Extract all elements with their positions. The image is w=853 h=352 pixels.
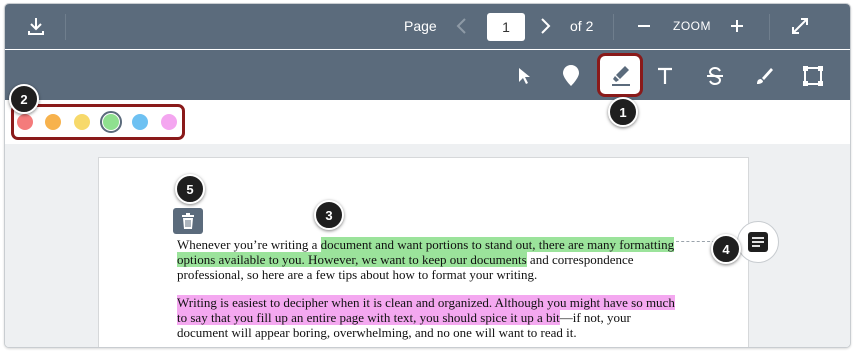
zoom-label: ZOOM [673,19,711,33]
annotation-viewer: Page of 2 ZOOM [4,3,851,348]
callout-badge-2: 2 [9,84,39,114]
paragraph-1-line-1: Whenever you’re writing a document and w… [177,237,675,252]
minus-icon[interactable] [634,16,654,36]
text-run: and correspondence [526,252,634,267]
color-swatch-blue[interactable] [132,114,148,130]
delete-annotation-button[interactable] [173,208,203,234]
color-palette [5,100,850,144]
callout-badge-3: 3 [314,200,344,230]
chevron-left-icon[interactable] [452,15,470,37]
text-tool-icon[interactable] [654,64,676,88]
color-swatch-green[interactable] [103,114,119,130]
expand-icon[interactable] [789,15,811,37]
paragraph-1-line-3: professional, so here are a few tips abo… [177,267,538,282]
brush-icon[interactable] [753,64,775,88]
color-swatch-yellow[interactable] [74,114,90,130]
callout-badge-5: 5 [175,174,205,204]
annotation-toolbar [5,50,850,100]
paragraph-2-line-3: document will appear boring, overwhelmin… [177,325,577,340]
page-total: of 2 [570,18,594,34]
paragraph-2-line-1: Writing is easiest to decipher when it i… [177,295,675,310]
page-number-input[interactable] [487,13,525,41]
comment-icon [748,232,768,252]
paragraph-2-line-2: to say that you fill up an entire page w… [177,310,631,325]
callout-badge-4: 4 [711,234,741,264]
highlighter-icon [612,66,630,86]
top-bar: Page of 2 ZOOM [5,4,850,49]
color-swatch-orange[interactable] [45,114,61,130]
color-swatch-red[interactable] [17,114,33,130]
highlight-green[interactable]: document and want portions to stand out,… [320,237,675,252]
area-select-icon[interactable] [801,64,825,88]
cursor-icon[interactable] [513,64,535,88]
paragraph-1-line-2: options available to you. However, we wa… [177,252,634,267]
highlight-tool-button[interactable] [597,53,643,97]
highlight-pink[interactable]: Writing is easiest to decipher when it i… [177,295,675,310]
chevron-right-icon[interactable] [537,15,555,37]
comment-marker-button[interactable] [737,221,779,263]
text-run: —if not, your [559,310,631,325]
trash-icon [182,213,194,229]
highlight-green[interactable]: options available to you. However, we wa… [177,252,527,267]
color-swatch-pink[interactable] [161,114,177,130]
highlight-pink[interactable]: to say that you fill up an entire page w… [177,310,560,325]
divider [769,14,770,40]
divider [65,14,66,40]
text-run: Whenever you’re writing a [177,237,321,252]
divider [613,14,614,40]
palette-outline [11,104,185,140]
location-pin-icon[interactable] [560,63,582,89]
callout-badge-1: 1 [608,97,638,127]
download-icon[interactable] [23,14,49,38]
page-label: Page [404,18,437,34]
strikethrough-icon[interactable] [704,64,726,88]
plus-icon[interactable] [727,16,747,36]
